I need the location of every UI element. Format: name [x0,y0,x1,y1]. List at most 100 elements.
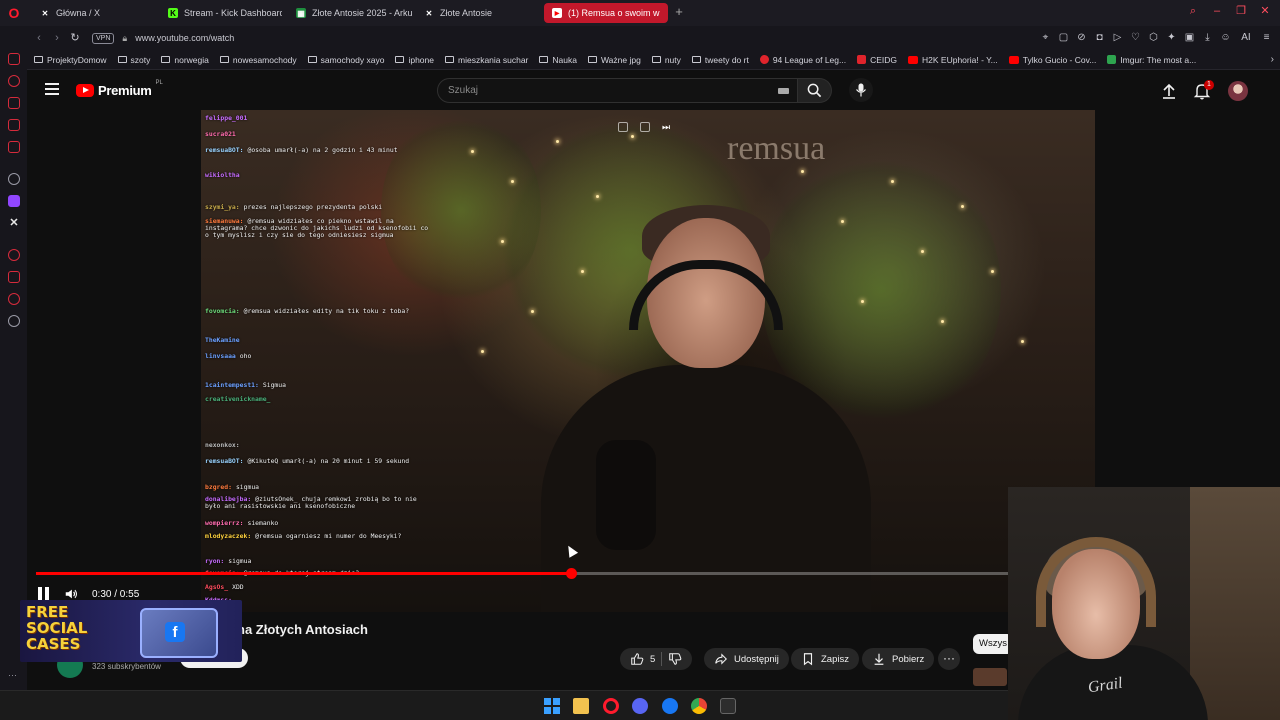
tab-zlote-antosie[interactable]: ✕ Złote Antosie [416,3,536,23]
search-tabs-icon[interactable]: ⌕ [1186,4,1200,18]
pause-icon[interactable] [36,587,50,601]
bookmark-folder[interactable]: szoty [117,55,150,65]
terminal-icon[interactable] [720,698,736,714]
heart-icon[interactable]: ♡ [1130,31,1141,45]
menu-icon[interactable] [45,83,59,95]
wallet-icon[interactable]: ▣ [1184,31,1195,45]
bookmark-link[interactable]: Tylko Gucio - Cov... [1008,55,1096,65]
discord-icon[interactable] [632,698,648,714]
windows-start-icon[interactable] [544,698,560,714]
chrome-icon[interactable] [691,698,707,714]
bookmark-folder[interactable]: Nauka [539,55,577,65]
bookmark-pin-icon[interactable]: ⌖ [1040,31,1051,45]
bookmark-folder[interactable]: Ważne jpg [587,54,641,65]
promo-banner[interactable]: FREE SOCIAL CASES f [20,600,242,662]
lock-icon[interactable]: 🔒︎ [122,33,127,44]
history-icon[interactable] [8,249,20,261]
opera-browser-icon[interactable] [603,698,619,714]
bookmark-folder[interactable]: nowesamochody [219,55,297,65]
vpn-badge[interactable]: VPN [92,32,115,44]
reload-icon[interactable]: ↻ [66,29,84,47]
bookmark-label: Imgur: The most a... [1120,54,1197,65]
save-button[interactable]: Zapisz [791,648,859,670]
bookmark-folder[interactable]: ProjektyDomow [34,55,107,65]
bookmark-link[interactable]: Imgur: The most a... [1107,55,1196,65]
download-icon[interactable]: ⤓ [1202,31,1213,45]
account-avatar[interactable] [1228,81,1248,101]
scrubber-handle[interactable] [565,568,577,579]
tab-sheets[interactable]: ▦ Złote Antosie 2025 - Arku [288,3,412,23]
url-field[interactable]: www.youtube.com/watch [135,33,234,43]
search-box[interactable] [437,78,798,103]
close-icon[interactable]: ✕ [1258,4,1272,18]
progress-bar[interactable] [36,568,1008,579]
bookmark-link[interactable]: H2K EUphoria! - Y... [908,55,998,65]
filter-chip-all[interactable]: Wszys [973,634,1013,654]
bookmark-label: Ważne jpg [600,54,641,65]
miniplayer-icon[interactable] [618,122,628,132]
cast-icon[interactable] [640,122,650,132]
file-explorer-icon[interactable] [573,698,589,714]
share-button[interactable]: Udostępnij [704,648,789,670]
opera-logo-icon[interactable]: O [0,0,28,26]
more-actions-icon[interactable]: ··· [938,648,960,670]
upload-icon[interactable] [1160,82,1178,100]
new-tab-icon[interactable]: + [672,5,686,19]
bookmark-folder[interactable]: tweety do rt [691,55,749,65]
keyboard-icon[interactable] [778,88,789,94]
bookmark-folder[interactable]: samochody xayo [307,55,384,65]
fairy-light [801,170,804,173]
thumbs-up-icon[interactable] [630,652,644,666]
more-options-icon[interactable]: ··· [8,670,20,682]
bookmark-folder[interactable]: norwegia [161,55,209,65]
voice-search-button[interactable] [849,78,873,102]
share-label: Udostępnij [734,653,779,665]
chat-message: remsuaBOT: @osoba umarł(-a) na 2 godzin i… [205,146,398,154]
tab-x-home[interactable]: ✕ Główna / X [32,3,154,23]
camera-icon[interactable]: ◘ [1094,31,1105,45]
aria-ai-icon[interactable]: AI [1238,31,1254,45]
search-button[interactable] [798,78,832,103]
tab-kick-dashboard[interactable]: K Stream - Kick Dashboard [160,3,282,23]
menu-icon[interactable]: ≡ [1261,31,1272,45]
facebook-icon[interactable] [662,698,678,714]
adblock-icon[interactable]: ⊘ [1076,31,1087,45]
bookmark-folder[interactable]: mieszkania suchar [445,55,528,65]
video-player[interactable]: remsua ⏭ felippe_001 sucra021 remsuaBOT:… [201,110,1095,612]
whatsapp-icon[interactable] [8,75,20,87]
profile-icon[interactable]: ☺ [1220,31,1231,45]
bookmark-folder[interactable]: iphone [395,55,434,65]
extensions-icon[interactable]: ✦ [1166,31,1177,45]
twitch-icon[interactable] [8,195,20,207]
capture-icon[interactable]: ▢ [1058,31,1069,45]
tab-youtube-active[interactable]: ▶ (1) Remsua o swoim w [544,3,668,23]
cube-icon[interactable]: ⬡ [1148,31,1159,45]
pinboard-icon[interactable] [8,271,20,283]
youtube-logo[interactable]: Premium PL [76,80,163,98]
bookmarks-icon[interactable] [8,293,20,305]
messenger-icon[interactable] [8,53,20,65]
recommended-thumbnail[interactable] [973,668,1007,686]
gear-icon[interactable] [8,315,20,327]
next-icon[interactable]: ⏭ [662,122,672,132]
vk-icon[interactable] [8,119,20,131]
back-icon[interactable]: ‹ [30,29,48,47]
telegram-icon[interactable] [8,141,20,153]
chevron-right-icon[interactable]: › [1271,54,1274,65]
play-icon[interactable]: ▷ [1112,31,1123,45]
download-button[interactable]: Pobierz [862,648,935,670]
instagram-icon[interactable] [8,97,20,109]
forward-icon[interactable]: › [48,29,66,47]
thumbs-down-icon[interactable] [668,652,682,666]
minimize-icon[interactable]: – [1210,4,1224,18]
bookmark-link[interactable]: 94 League of Leg... [759,55,846,65]
volume-icon[interactable] [64,587,78,601]
bookmark-folder[interactable]: nuty [651,55,681,65]
maximize-icon[interactable]: ❐ [1234,4,1248,18]
search-input[interactable] [448,85,748,96]
x-icon[interactable]: ✕ [8,217,20,229]
bookmark-link[interactable]: CEIDG [857,55,897,65]
chatgpt-icon[interactable] [8,173,20,185]
like-count[interactable]: 5 [650,654,655,665]
search-icon [807,83,822,98]
